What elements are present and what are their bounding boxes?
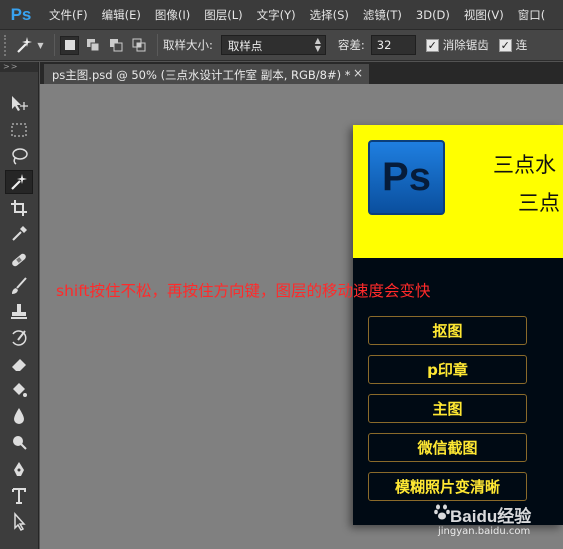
select-arrows-icon: ▲ ▼ <box>314 36 321 53</box>
sample-size-label: 取样大小: <box>163 38 213 52</box>
path-select-icon <box>14 512 26 531</box>
doc-button-wechat: 微信截图 <box>368 433 527 462</box>
canvas-area[interactable]: Ps 三点水 三点 抠图 p印章 主图 微信截图 模糊照片变清晰 shift按住… <box>40 84 563 549</box>
eraser-icon <box>12 359 26 371</box>
paw-icon <box>434 504 450 520</box>
menu-view[interactable]: 视图(V) <box>457 7 511 23</box>
history-brush-icon <box>12 330 27 346</box>
pen-tool[interactable] <box>5 458 33 482</box>
eyedropper-tool[interactable] <box>5 222 33 246</box>
tolerance-label: 容差: <box>337 38 365 52</box>
new-selection-button[interactable] <box>60 35 79 55</box>
intersect-selection-icon <box>132 38 145 52</box>
checkmark-icon: ✓ <box>500 38 510 52</box>
tolerance-input[interactable]: 32 <box>370 35 416 55</box>
menu-file[interactable]: 文件(F) <box>42 7 95 23</box>
drop-icon <box>14 408 24 424</box>
toolbox-collapse-button[interactable]: >> <box>0 62 38 72</box>
document-tab-bar: ps主图.psd @ 50% (三点水设计工作室 副本, RGB/8#) * × <box>40 62 563 84</box>
menu-edit[interactable]: 编辑(E) <box>95 7 148 23</box>
magic-wand-icon <box>11 174 27 190</box>
stamp-icon <box>11 304 27 319</box>
sample-size-value: 取样点 <box>227 39 263 53</box>
eraser-tool[interactable] <box>5 352 33 376</box>
menu-type[interactable]: 文字(Y) <box>250 7 303 23</box>
menu-image[interactable]: 图像(I) <box>148 7 197 23</box>
antialias-checkbox[interactable]: ✓ <box>425 38 439 52</box>
healing-brush-tool[interactable] <box>5 248 33 272</box>
contiguous-label: 连 <box>515 38 528 52</box>
paint-bucket-icon <box>13 383 27 397</box>
intersect-selection-button[interactable] <box>129 36 148 55</box>
subtract-from-selection-button[interactable] <box>106 36 125 55</box>
add-to-selection-button[interactable] <box>83 36 102 55</box>
menu-filter[interactable]: 滤镜(T) <box>356 7 409 23</box>
new-selection-icon <box>64 40 75 50</box>
doc-button-seal: p印章 <box>368 355 527 384</box>
divider <box>54 34 55 56</box>
pen-icon <box>14 462 24 476</box>
eyedropper-icon <box>12 226 27 241</box>
subtract-selection-icon <box>109 39 122 52</box>
menu-bar: Ps 文件(F) 编辑(E) 图像(I) 图层(L) 文字(Y) 选择(S) 滤… <box>0 0 563 30</box>
toolbox: >> <box>0 62 39 549</box>
lasso-tool[interactable] <box>5 144 33 168</box>
crop-tool[interactable] <box>5 196 33 220</box>
type-icon <box>12 488 26 504</box>
crop-icon <box>11 200 27 216</box>
doc-button-cutout: 抠图 <box>368 316 527 345</box>
tutorial-annotation: shift按住不松，再按住方向键，图层的移动速度会变快 <box>56 282 431 300</box>
add-selection-icon <box>86 39 99 52</box>
watermark-url: jingyan.baidu.com <box>438 526 531 537</box>
document-header-band: Ps 三点水 三点 <box>353 125 563 258</box>
watermark-title: Baidu经验 <box>450 507 532 526</box>
magic-wand-tool[interactable] <box>5 170 33 194</box>
antialias-label: 消除锯齿 <box>442 38 489 52</box>
divider <box>157 34 158 56</box>
bandage-icon <box>12 253 26 267</box>
type-tool[interactable] <box>5 484 33 508</box>
close-icon[interactable]: × <box>353 66 363 80</box>
brush-tool[interactable] <box>5 274 33 298</box>
baidu-watermark: Baidu经验 jingyan.baidu.com <box>432 496 562 546</box>
move-tool[interactable] <box>5 92 33 116</box>
dodge-icon <box>13 436 27 450</box>
menu-select[interactable]: 选择(S) <box>303 7 356 23</box>
photoshop-logo: Ps <box>10 4 32 24</box>
brush-icon <box>12 277 27 294</box>
photoshop-tile-icon: Ps <box>368 140 445 215</box>
document-title-line1: 三点水 <box>493 153 556 177</box>
document-tab-title: ps主图.psd @ 50% (三点水设计工作室 副本, RGB/8#) * <box>52 68 351 82</box>
doc-button-main: 主图 <box>368 394 527 423</box>
tool-preset-picker[interactable]: ▼ <box>9 32 49 58</box>
document-canvas[interactable]: Ps 三点水 三点 抠图 p印章 主图 微信截图 模糊照片变清晰 <box>353 125 563 525</box>
lasso-icon <box>12 148 28 165</box>
contiguous-checkbox[interactable]: ✓ <box>498 38 512 52</box>
path-selection-tool[interactable] <box>5 510 33 534</box>
blur-tool[interactable] <box>5 404 33 428</box>
magic-wand-icon <box>17 37 33 53</box>
marquee-icon <box>11 123 27 137</box>
checkmark-icon: ✓ <box>427 38 437 52</box>
chevron-down-icon: ▼ <box>37 40 44 50</box>
menu-window[interactable]: 窗口( <box>511 7 553 23</box>
paint-bucket-tool[interactable] <box>5 378 33 402</box>
history-brush-tool[interactable] <box>5 326 33 350</box>
menu-3d[interactable]: 3D(D) <box>409 8 457 22</box>
document-title-line2: 三点 <box>518 191 560 215</box>
marquee-tool[interactable] <box>5 118 33 142</box>
options-bar: ▼ 取样大小: 取样点 ▲ ▼ 容差: 32 ✓ 消除锯齿 ✓ 连 <box>0 30 563 61</box>
sample-size-select[interactable]: 取样点 ▲ ▼ <box>220 35 326 55</box>
move-icon <box>12 96 28 111</box>
dodge-tool[interactable] <box>5 430 33 454</box>
clone-stamp-tool[interactable] <box>5 300 33 324</box>
menu-layer[interactable]: 图层(L) <box>197 7 249 23</box>
document-tab[interactable]: ps主图.psd @ 50% (三点水设计工作室 副本, RGB/8#) * × <box>44 64 369 84</box>
